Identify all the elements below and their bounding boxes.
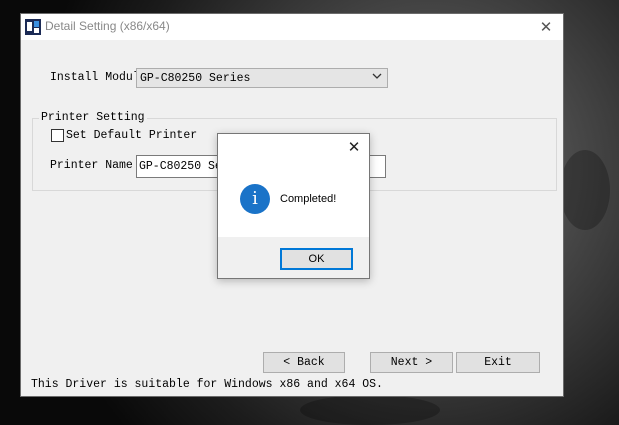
install-module-value: GP-C80250 Series: [140, 72, 251, 85]
dialog-content-area: ✕ i Completed!: [218, 134, 369, 237]
set-default-printer-label[interactable]: Set Default Printer: [66, 129, 197, 142]
close-icon[interactable]: ✕: [533, 15, 559, 39]
completed-dialog: ✕ i Completed! OK: [217, 133, 370, 279]
install-module-label: Install Module: [50, 71, 147, 84]
set-default-printer-checkbox[interactable]: [51, 129, 64, 142]
install-module-select[interactable]: GP-C80250 Series: [136, 68, 388, 88]
dialog-close-icon[interactable]: ✕: [342, 136, 366, 158]
next-button[interactable]: Next >: [370, 352, 453, 373]
dialog-message: Completed!: [280, 193, 337, 205]
chevron-down-icon: [372, 73, 382, 79]
moon-crater: [300, 395, 440, 425]
printer-setting-title: Printer Setting: [39, 111, 147, 124]
ok-button[interactable]: OK: [280, 248, 353, 270]
app-icon: [25, 19, 41, 35]
window-title: Detail Setting (x86/x64): [45, 19, 170, 33]
printer-name-label: Printer Name: [50, 159, 133, 172]
moon-crater: [560, 150, 610, 230]
footer-note: This Driver is suitable for Windows x86 …: [31, 378, 383, 391]
back-button[interactable]: < Back: [263, 352, 345, 373]
title-bar: Detail Setting (x86/x64) ✕: [21, 14, 563, 40]
info-icon: i: [240, 184, 270, 214]
exit-button[interactable]: Exit: [456, 352, 540, 373]
